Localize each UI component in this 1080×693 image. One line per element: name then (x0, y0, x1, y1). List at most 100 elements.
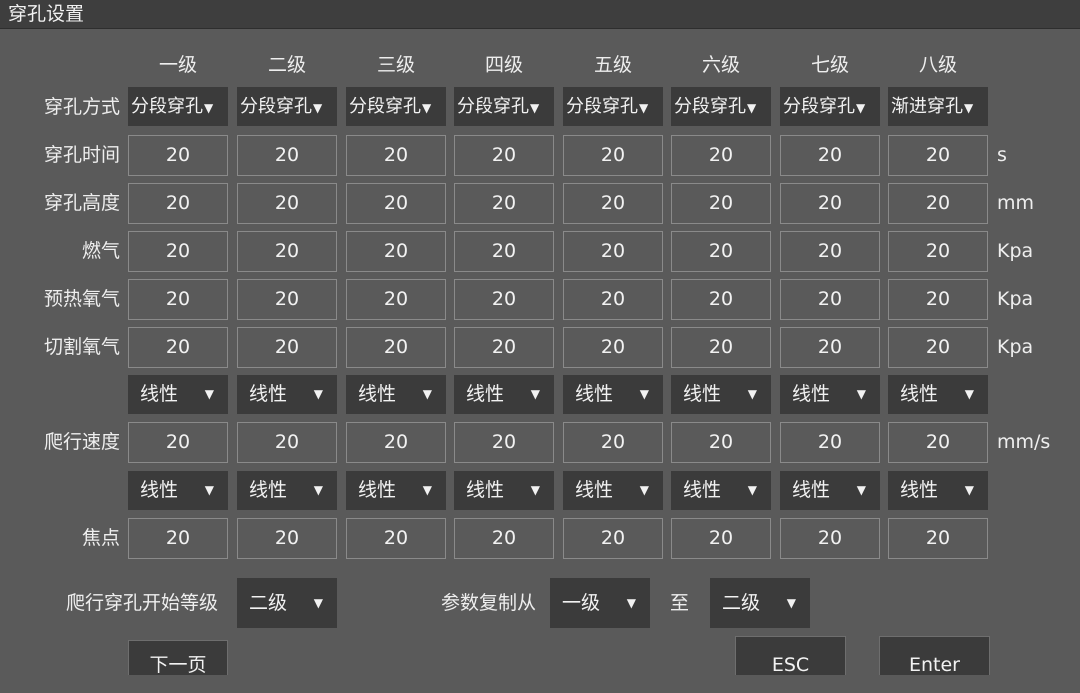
chevron-down-icon: ▼ (204, 101, 214, 115)
cutting-oxygen-input[interactable]: 20 (454, 327, 554, 368)
chevron-down-icon: ▼ (747, 483, 757, 497)
preheat-oxygen-input[interactable]: 20 (128, 279, 228, 320)
focus-input[interactable]: 20 (128, 518, 228, 559)
pierce-method-value: 分段穿孔 (674, 96, 746, 117)
fuel-gas-input[interactable]: 20 (780, 231, 880, 272)
focus-curve-value: 线性 (140, 479, 179, 501)
crawl-curve-dropdown[interactable]: 线性 ▼ (128, 375, 228, 414)
crawl-speed-input[interactable]: 20 (780, 422, 880, 463)
crawl-speed-input[interactable]: 20 (128, 422, 228, 463)
crawl-curve-dropdown[interactable]: 线性 ▼ (780, 375, 880, 414)
pierce-method-dropdown[interactable]: 分段穿孔▼ (237, 87, 337, 126)
pierce-method-dropdown[interactable]: 分段穿孔▼ (346, 87, 446, 126)
preheat-oxygen-input[interactable]: 20 (237, 279, 337, 320)
pierce-height-input[interactable]: 20 (237, 183, 337, 224)
focus-curve-dropdown[interactable]: 线性 ▼ (237, 471, 337, 510)
cutting-oxygen-unit: Kpa (997, 336, 1034, 358)
focus-input[interactable]: 20 (671, 518, 771, 559)
crawl-curve-value: 线性 (249, 383, 288, 405)
pierce-method-dropdown[interactable]: 分段穿孔▼ (671, 87, 771, 126)
crawl-curve-dropdown[interactable]: 线性 ▼ (454, 375, 554, 414)
fuel-gas-input[interactable]: 20 (888, 231, 988, 272)
esc-button[interactable]: ESC (735, 636, 846, 676)
crawl-speed-input[interactable]: 20 (563, 422, 663, 463)
focus-curve-dropdown[interactable]: 线性 ▼ (346, 471, 446, 510)
chevron-down-icon: ▼ (530, 101, 540, 115)
crawl-curve-dropdown[interactable]: 线性 ▼ (237, 375, 337, 414)
copy-from-dropdown[interactable]: 一级 ▼ (550, 578, 650, 628)
crawl-speed-input[interactable]: 20 (237, 422, 337, 463)
pierce-method-dropdown[interactable]: 分段穿孔▼ (563, 87, 663, 126)
pierce-method-dropdown[interactable]: 分段穿孔▼ (780, 87, 880, 126)
crawl-curve-dropdown[interactable]: 线性 ▼ (888, 375, 988, 414)
crawl-curve-dropdown[interactable]: 线性 ▼ (346, 375, 446, 414)
pierce-time-input[interactable]: 20 (780, 135, 880, 176)
crawl-curve-dropdown[interactable]: 线性 ▼ (671, 375, 771, 414)
preheat-oxygen-input[interactable]: 20 (563, 279, 663, 320)
next-page-button[interactable]: 下一页 (128, 640, 228, 676)
pierce-time-input[interactable]: 20 (671, 135, 771, 176)
fuel-gas-input[interactable]: 20 (454, 231, 554, 272)
pierce-time-input[interactable]: 20 (888, 135, 988, 176)
cutting-oxygen-input[interactable]: 20 (780, 327, 880, 368)
pierce-height-input[interactable]: 20 (128, 183, 228, 224)
focus-input[interactable]: 20 (346, 518, 446, 559)
focus-curve-dropdown[interactable]: 线性 ▼ (888, 471, 988, 510)
pierce-method-dropdown[interactable]: 分段穿孔▼ (128, 87, 228, 126)
pierce-method-dropdown[interactable]: 渐进穿孔▼ (888, 87, 988, 126)
pierce-height-input[interactable]: 20 (563, 183, 663, 224)
focus-curve-dropdown[interactable]: 线性 ▼ (128, 471, 228, 510)
focus-curve-value: 线性 (358, 479, 397, 501)
fuel-gas-input[interactable]: 20 (128, 231, 228, 272)
column-header: 五级 (593, 54, 632, 76)
crawl-start-level-dropdown[interactable]: 二级 ▼ (237, 578, 337, 628)
crawl-speed-input[interactable]: 20 (671, 422, 771, 463)
focus-input[interactable]: 20 (780, 518, 880, 559)
pierce-height-input[interactable]: 20 (671, 183, 771, 224)
cutting-oxygen-input[interactable]: 20 (346, 327, 446, 368)
preheat-oxygen-input[interactable]: 20 (780, 279, 880, 320)
crawl-speed-input[interactable]: 20 (346, 422, 446, 463)
focus-curve-dropdown[interactable]: 线性 ▼ (454, 471, 554, 510)
cutting-oxygen-input[interactable]: 20 (563, 327, 663, 368)
preheat-oxygen-input[interactable]: 20 (346, 279, 446, 320)
enter-button[interactable]: Enter (879, 636, 990, 676)
crawl-speed-input[interactable]: 20 (888, 422, 988, 463)
focus-curve-dropdown[interactable]: 线性 ▼ (671, 471, 771, 510)
pierce-time-input[interactable]: 20 (454, 135, 554, 176)
pierce-time-input[interactable]: 20 (128, 135, 228, 176)
focus-input[interactable]: 20 (454, 518, 554, 559)
pierce-height-input[interactable]: 20 (888, 183, 988, 224)
focus-curve-dropdown[interactable]: 线性 ▼ (780, 471, 880, 510)
cutting-oxygen-input[interactable]: 20 (237, 327, 337, 368)
fuel-gas-input[interactable]: 20 (346, 231, 446, 272)
fuel-gas-input[interactable]: 20 (563, 231, 663, 272)
pierce-height-input[interactable]: 20 (780, 183, 880, 224)
cutting-oxygen-input[interactable]: 20 (128, 327, 228, 368)
crawl-curve-dropdown[interactable]: 线性 ▼ (563, 375, 663, 414)
column-header: 二级 (267, 54, 306, 76)
focus-input[interactable]: 20 (888, 518, 988, 559)
fuel-gas-input[interactable]: 20 (237, 231, 337, 272)
pierce-method-value: 分段穿孔 (783, 96, 855, 117)
crawl-speed-input[interactable]: 20 (454, 422, 554, 463)
pierce-time-input[interactable]: 20 (237, 135, 337, 176)
focus-input[interactable]: 20 (237, 518, 337, 559)
cutting-oxygen-input[interactable]: 20 (888, 327, 988, 368)
fuel-gas-unit: Kpa (997, 240, 1034, 262)
preheat-oxygen-input[interactable]: 20 (454, 279, 554, 320)
copy-to-dropdown[interactable]: 二级 ▼ (710, 578, 810, 628)
pierce-time-input[interactable]: 20 (563, 135, 663, 176)
preheat-oxygen-input[interactable]: 20 (888, 279, 988, 320)
fuel-gas-input[interactable]: 20 (671, 231, 771, 272)
pierce-height-input[interactable]: 20 (454, 183, 554, 224)
focus-input[interactable]: 20 (563, 518, 663, 559)
pierce-height-input[interactable]: 20 (346, 183, 446, 224)
focus-curve-dropdown[interactable]: 线性 ▼ (563, 471, 663, 510)
chevron-down-icon: ▼ (422, 101, 432, 115)
preheat-oxygen-input[interactable]: 20 (671, 279, 771, 320)
pierce-method-dropdown[interactable]: 分段穿孔▼ (454, 87, 554, 126)
chevron-down-icon: ▼ (313, 596, 323, 610)
pierce-time-input[interactable]: 20 (346, 135, 446, 176)
cutting-oxygen-input[interactable]: 20 (671, 327, 771, 368)
